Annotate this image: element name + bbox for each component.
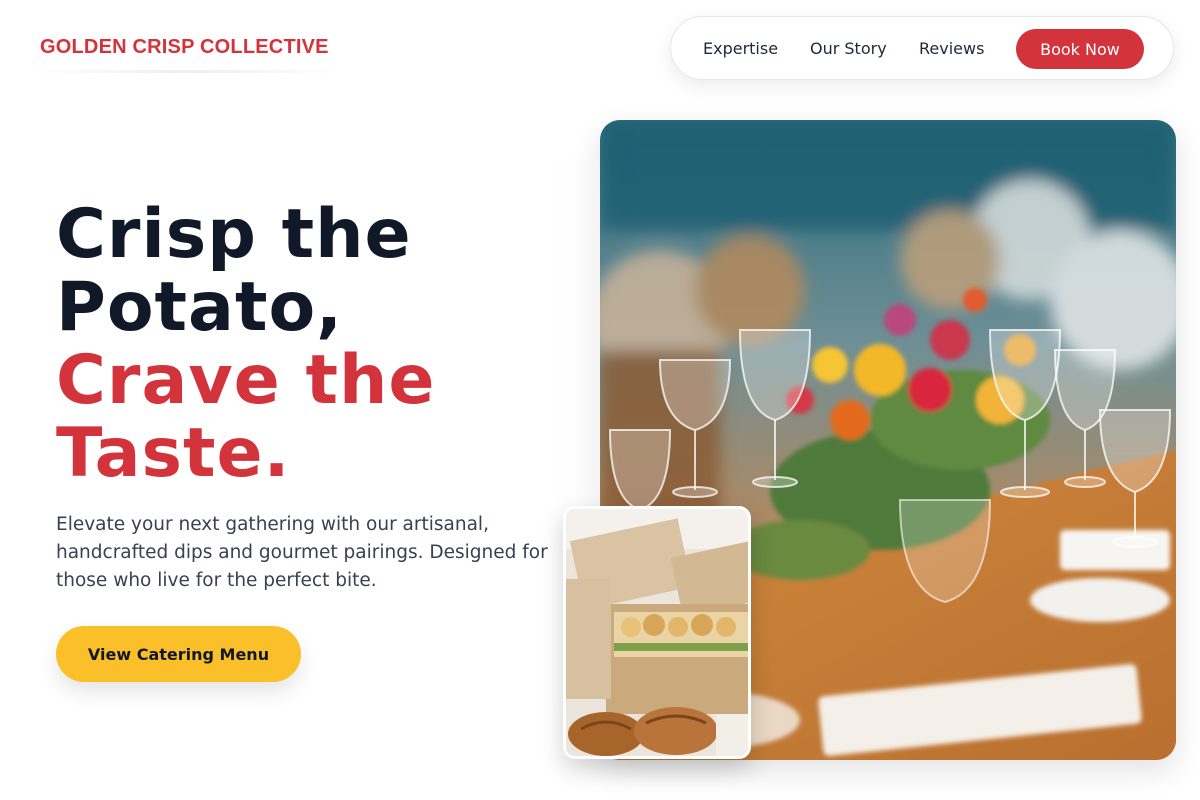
book-now-button[interactable]: Book Now: [1016, 29, 1144, 69]
hero-subtext: Elevate your next gathering with our art…: [56, 514, 548, 591]
nav-link-reviews[interactable]: Reviews: [919, 39, 984, 58]
catering-thumbnail-image: [563, 506, 751, 759]
hero-headline: Crisp the Potato, Crave the Taste.: [56, 198, 435, 490]
headline-line-4: Taste.: [56, 414, 291, 493]
brand-logo[interactable]: GOLDEN CRISP COLLECTIVE: [40, 36, 329, 59]
nav-link-our-story[interactable]: Our Story: [810, 39, 887, 58]
headline-line-1: Crisp the: [56, 195, 412, 274]
top-navigation: Expertise Our Story Reviews Book Now: [670, 16, 1174, 80]
headline-line-2: Potato,: [56, 268, 344, 347]
view-catering-menu-button[interactable]: View Catering Menu: [56, 626, 301, 682]
logo-divider: [28, 70, 346, 73]
headline-line-3: Crave the: [56, 341, 436, 420]
nav-link-expertise[interactable]: Expertise: [703, 39, 778, 58]
